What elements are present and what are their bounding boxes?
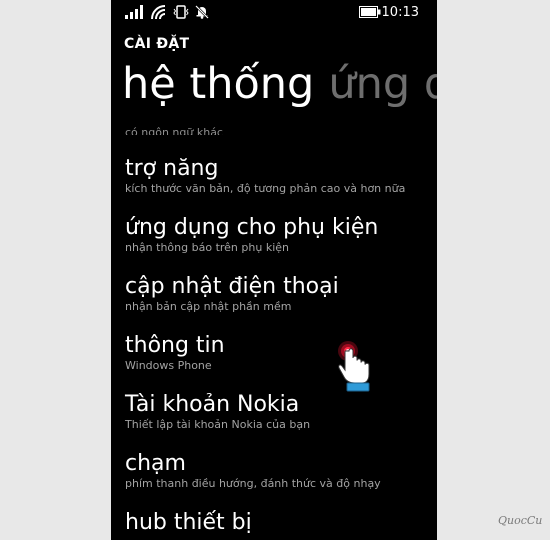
signal-icon xyxy=(125,5,143,19)
setting-title: cập nhật điện thoại xyxy=(125,274,339,299)
status-bar: 10:13 xyxy=(111,0,437,26)
clock: 10:13 xyxy=(381,5,419,20)
setting-item-accessory-apps[interactable]: ứng dụng cho phụ kiện nhận thông báo trê… xyxy=(125,215,437,255)
setting-title: chạm xyxy=(125,451,186,476)
setting-subtitle: nhận thông báo trên phụ kiện xyxy=(125,241,289,254)
battery-icon xyxy=(359,6,381,18)
setting-title: Tài khoản Nokia xyxy=(125,392,300,417)
pivot-tab-applications[interactable]: ứng d xyxy=(328,59,437,109)
watermark: QuocCu xyxy=(498,514,543,527)
setting-item-touch[interactable]: chạm phím thanh điều hướng, đánh thức và… xyxy=(125,451,437,491)
setting-subtitle: nhận bản cập nhật phần mềm xyxy=(125,300,292,313)
setting-item-device-hub[interactable]: hub thiết bị xyxy=(125,510,437,536)
setting-subtitle: kích thước văn bản, độ tương phản cao và… xyxy=(125,182,406,195)
setting-title: ứng dụng cho phụ kiện xyxy=(125,215,379,240)
vibrate-icon xyxy=(173,5,189,19)
setting-subtitle: Windows Phone xyxy=(125,359,212,372)
setting-title: trợ năng xyxy=(125,156,219,181)
phone-screen: 10:13 CÀI ĐẶT hệ thống ứng d có ngôn ngữ … xyxy=(111,0,437,540)
setting-item-nokia-account[interactable]: Tài khoản Nokia Thiết lập tài khoản Noki… xyxy=(125,392,437,432)
setting-item-phone-update[interactable]: cập nhật điện thoại nhận bản cập nhật ph… xyxy=(125,274,437,314)
wifi-icon xyxy=(151,5,166,19)
setting-item-about[interactable]: thông tin Windows Phone xyxy=(125,333,437,373)
settings-list: có ngôn ngữ khác trợ năng kích thước văn… xyxy=(125,122,437,535)
setting-title: thông tin xyxy=(125,333,225,358)
setting-item-accessibility[interactable]: trợ năng kích thước văn bản, độ tương ph… xyxy=(125,156,437,196)
setting-subtitle: phím thanh điều hướng, đánh thức và độ n… xyxy=(125,477,381,490)
setting-title: hub thiết bị xyxy=(125,510,252,535)
tap-hand-icon xyxy=(338,341,370,392)
bell-off-icon xyxy=(195,5,209,19)
pivot-tab-system[interactable]: hệ thống xyxy=(122,59,314,109)
setting-subtitle: Thiết lập tài khoản Nokia của bạn xyxy=(125,418,311,431)
app-title: CÀI ĐẶT xyxy=(124,36,190,52)
pivot-headers: hệ thống ứng d xyxy=(122,58,437,110)
list-item-partial-subtitle: có ngôn ngữ khác xyxy=(125,126,223,135)
